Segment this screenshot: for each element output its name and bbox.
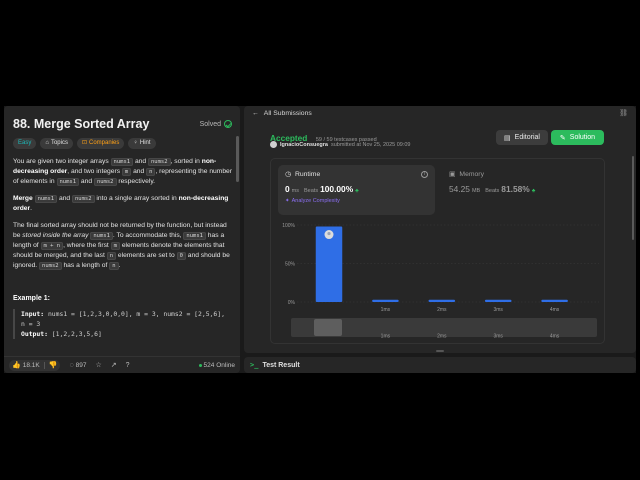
submission-scrollbar[interactable] (632, 156, 634, 240)
performance-card: ◷ Runtime i 0 ms Beats 100.00% ♣ ✦ Analyze… (270, 158, 605, 344)
x-tick-label: 3ms (493, 307, 503, 313)
y-tick-label: 0% (288, 300, 296, 306)
companies-tag[interactable]: ⊡ Companies (76, 138, 125, 149)
terminal-icon: >_ (250, 361, 259, 369)
submission-user: IgnacioConsuegra submitted at Nov 25, 20… (270, 141, 410, 148)
description-paragraph-3: The final sorted array should not be ret… (13, 222, 230, 270)
editorial-label: Editorial (514, 134, 540, 141)
username[interactable]: IgnacioConsuegra (280, 142, 328, 148)
bar (428, 299, 456, 302)
description-paragraph-1: You are given two integer arrays nums1 a… (13, 158, 233, 186)
submitted-time: submitted at Nov 25, 2025 09:09 (330, 141, 411, 148)
problem-panel: 88. Merge Sorted Array Solved Easy ⌂ Topi… (4, 106, 240, 373)
star-icon[interactable]: ☆ (95, 361, 101, 369)
bar (484, 299, 512, 302)
check-circle-icon (224, 120, 232, 128)
range-navigator-handle (314, 319, 342, 336)
submission-panel: ← All Submissions ⛓ Accepted 59 / 59 tes… (244, 106, 636, 353)
example-heading: Example 1: (13, 295, 50, 302)
runtime-distribution-chart: 100% 50% 0% 1ms 2ms 3ms 4ms 1ms 2ms 3ms 4ms (282, 223, 599, 340)
example-input-label: Input: (21, 310, 45, 318)
help-icon[interactable]: ? (126, 362, 130, 369)
comment-count[interactable]: 897 (76, 362, 87, 369)
problem-description-scroll[interactable]: 88. Merge Sorted Array Solved Easy ⌂ Topi… (4, 106, 240, 356)
x-tick-label: 1ms (381, 307, 391, 313)
navigator-tick-label: 3ms (493, 334, 503, 340)
all-submissions-link[interactable]: All Submissions (264, 110, 312, 117)
like-count[interactable]: 18.1K (23, 362, 40, 369)
comment-icon[interactable]: ◌ (69, 362, 73, 369)
user-marker-head (327, 231, 331, 236)
problem-description: You are given two integer arrays nums1 a… (13, 157, 232, 271)
link-icon[interactable]: ⛓ (619, 109, 628, 117)
solution-button[interactable]: ✎ Solution (551, 130, 604, 145)
test-result-label: Test Result (262, 361, 300, 369)
difficulty-tag: Easy (13, 138, 37, 149)
y-tick-label: 100% (282, 223, 295, 229)
solved-status: Solved (200, 120, 232, 128)
test-result-tab[interactable]: >_ Test Result (244, 357, 636, 373)
problem-tags: Easy ⌂ Topics ⊡ Companies ♀ Hint (13, 138, 232, 149)
app-window: 88. Merge Sorted Array Solved Easy ⌂ Topi… (4, 106, 636, 373)
x-tick-label: 4ms (550, 307, 560, 313)
companies-label: Companies (89, 140, 120, 146)
x-tick-label: 2ms (437, 307, 447, 313)
navigator-tick-label: 1ms (381, 334, 391, 340)
topics-label: Topics (50, 140, 68, 146)
editorial-button[interactable]: ▤ Editorial (496, 130, 548, 145)
solved-label: Solved (199, 120, 221, 128)
problem-action-bar: 👍 18.1K 👎 ◌ 897 ☆ ↗ ? 524 Online (4, 356, 240, 373)
bar (372, 299, 399, 302)
thumbs-down-icon[interactable]: 👎 (49, 361, 58, 369)
panel-resize-handle[interactable] (436, 350, 444, 352)
submission-header: ← All Submissions ⛓ (244, 106, 636, 120)
example-output-label: Output: (21, 330, 48, 338)
thumbs-up-icon[interactable]: 👍 (12, 361, 21, 369)
divider (43, 361, 45, 369)
online-count: 524 Online (198, 361, 235, 369)
solution-label: Solution (569, 134, 596, 141)
hint-label: Hint (139, 140, 151, 146)
tag-icon: ⌂ (45, 140, 49, 146)
example-input-value: nums1 = [1,2,3,0,0,0], m = 3, nums2 = [2… (21, 310, 225, 328)
navigator-tick-label: 4ms (550, 334, 560, 340)
book-icon: ▤ (504, 134, 511, 142)
online-dot-icon (198, 363, 202, 367)
description-paragraph-2: Merge nums1 and nums2 into a single arra… (13, 195, 229, 212)
lock-icon: ⊡ (81, 140, 88, 146)
description-scrollbar[interactable] (236, 136, 239, 182)
hint-tag[interactable]: ♀ Hint (128, 138, 156, 149)
share-icon[interactable]: ↗ (111, 361, 117, 369)
online-label: 524 Online (203, 361, 235, 369)
edit-icon: ✎ (559, 134, 566, 142)
topics-tag[interactable]: ⌂ Topics (40, 138, 73, 149)
y-tick-label: 50% (285, 261, 296, 267)
lightbulb-icon: ♀ (133, 140, 138, 146)
back-arrow-icon[interactable]: ← (252, 110, 259, 117)
like-dislike-group: 👍 18.1K 👎 (9, 359, 61, 371)
problem-title: 88. Merge Sorted Array (13, 117, 150, 131)
difficulty-label: Easy (18, 140, 32, 146)
bar (541, 299, 568, 302)
example-block: Input: nums1 = [1,2,3,0,0,0], m = 3, num… (13, 309, 232, 339)
navigator-tick-label: 2ms (437, 334, 447, 340)
example-output-value: [1,2,2,3,5,6] (47, 330, 102, 338)
avatar[interactable] (270, 141, 277, 148)
